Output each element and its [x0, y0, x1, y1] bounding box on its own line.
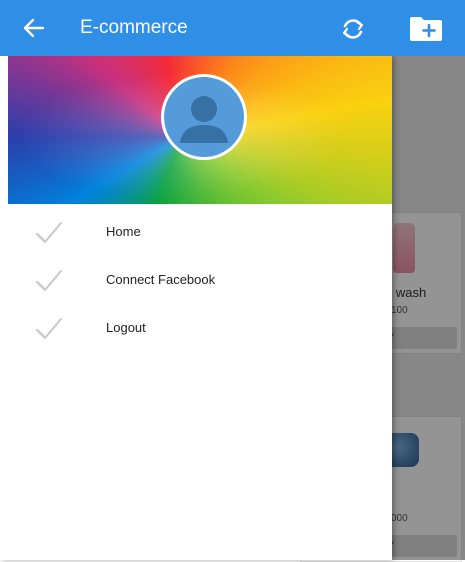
menu-item-label: Connect Facebook	[106, 272, 216, 287]
user-avatar-icon[interactable]	[161, 74, 247, 160]
app-bar: E-commerce	[0, 0, 465, 56]
user-silhouette-icon	[180, 96, 228, 143]
menu-item-connect-facebook[interactable]: Connect Facebook	[0, 258, 392, 302]
refresh-button[interactable]	[338, 14, 368, 44]
back-button[interactable]	[20, 14, 48, 42]
refresh-icon	[342, 19, 364, 39]
folder-add-icon	[410, 17, 442, 41]
arrow-back-icon	[23, 18, 45, 38]
checkmark-icon	[36, 270, 62, 291]
drawer-header	[8, 56, 392, 204]
menu-item-label: Home	[106, 224, 141, 239]
menu-item-home[interactable]: Home	[0, 210, 392, 254]
menu-item-logout[interactable]: Logout	[0, 306, 392, 350]
app-title: E-commerce	[80, 17, 188, 38]
checkmark-icon	[36, 222, 62, 243]
checkmark-icon	[36, 318, 62, 339]
menu-item-label: Logout	[106, 320, 146, 335]
navigation-drawer: Home Connect Facebook Logout	[0, 56, 392, 560]
add-folder-button[interactable]	[407, 14, 445, 44]
